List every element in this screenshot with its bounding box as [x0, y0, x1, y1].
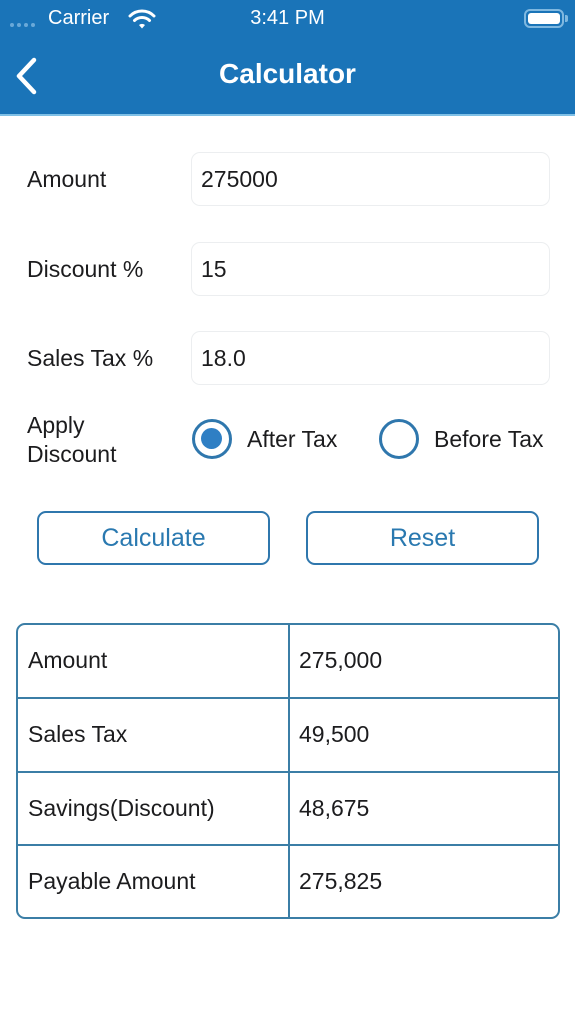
radio-after-tax-label: After Tax [247, 426, 338, 452]
result-label-sales-tax: Sales Tax [28, 721, 128, 747]
navigation-bar: Calculator [0, 38, 575, 114]
amount-row: Amount [0, 152, 575, 206]
result-value-savings: 48,675 [299, 795, 370, 821]
radio-selected-icon [192, 419, 232, 459]
battery-tip [565, 15, 568, 22]
discount-input[interactable] [191, 242, 550, 296]
sales-tax-label: Sales Tax % [27, 345, 154, 371]
amount-label: Amount [27, 166, 107, 192]
result-label-amount: Amount [28, 647, 108, 673]
discount-row: Discount % [0, 242, 575, 296]
radio-before-tax-label: Before Tax [434, 426, 544, 452]
radio-after-tax[interactable]: After Tax [192, 419, 362, 459]
result-value-amount: 275,000 [299, 647, 383, 673]
amount-input[interactable] [191, 152, 550, 206]
result-value-payable: 275,825 [299, 868, 383, 894]
status-bar: Carrier 3:41 PM [0, 0, 575, 38]
result-label-payable: Payable Amount [28, 868, 196, 894]
result-value-sales-tax: 49,500 [299, 721, 370, 747]
battery-full-icon [524, 9, 564, 28]
sales-tax-row: Sales Tax % [0, 331, 575, 385]
calculate-button[interactable]: Calculate [37, 511, 270, 565]
table-row: Payable Amount 275,825 [18, 844, 558, 917]
table-row: Savings(Discount) 48,675 [18, 771, 558, 844]
apply-discount-label: Apply Discount [27, 412, 117, 467]
result-label-savings: Savings(Discount) [28, 795, 215, 821]
results-table: Amount 275,000 Sales Tax 49,500 Savings(… [16, 623, 560, 919]
page-title: Calculator [219, 58, 356, 89]
header-bar: Carrier 3:41 PM Calculator [0, 0, 575, 116]
reset-button[interactable]: Reset [306, 511, 539, 565]
status-time: 3:41 PM [250, 7, 325, 29]
table-row: Amount 275,000 [18, 625, 558, 698]
radio-unselected-icon [379, 419, 419, 459]
discount-label: Discount % [27, 256, 144, 282]
table-row: Sales Tax 49,500 [18, 697, 558, 770]
sales-tax-input[interactable] [191, 331, 550, 385]
radio-before-tax[interactable]: Before Tax [379, 419, 569, 459]
